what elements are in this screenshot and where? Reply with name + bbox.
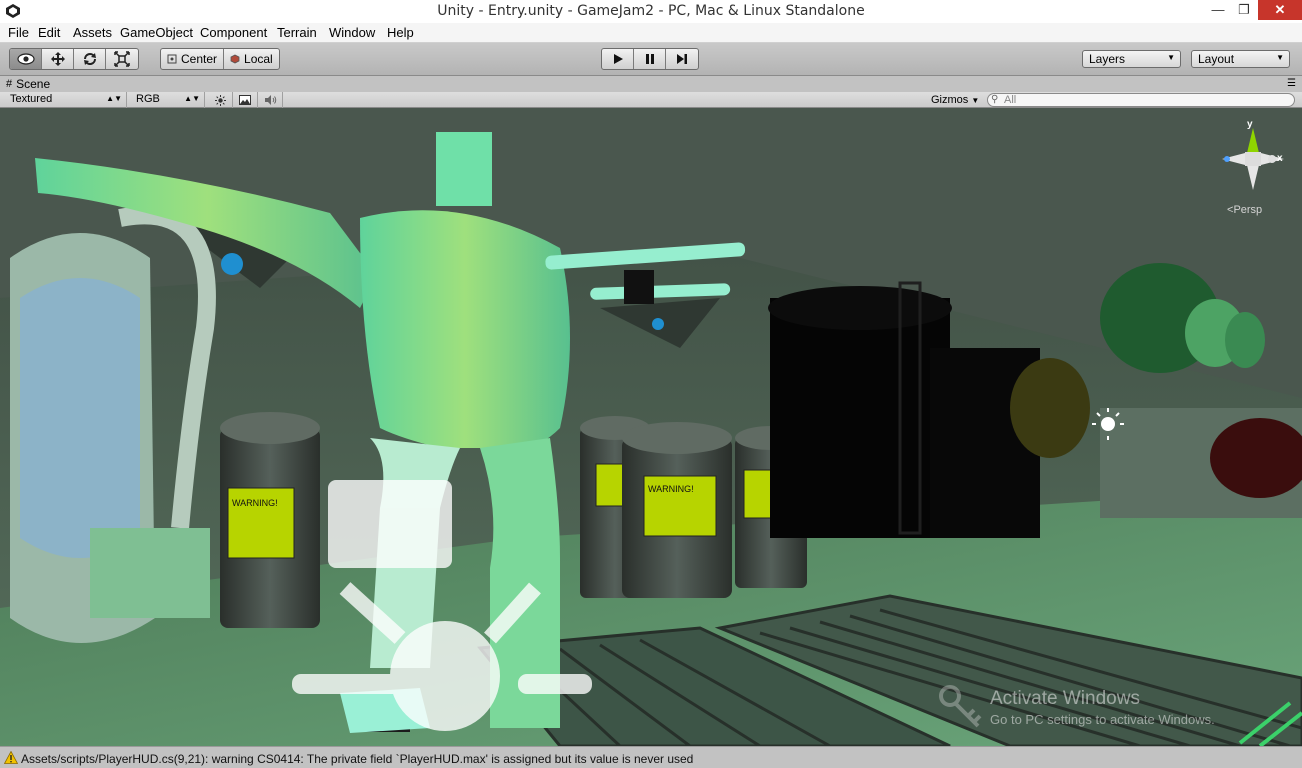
caret-updown-icon: ▲▼ (106, 94, 122, 103)
layout-dropdown[interactable]: Layout ▼ (1191, 50, 1290, 68)
layers-dropdown[interactable]: Layers ▼ (1082, 50, 1181, 68)
move-tool-button[interactable] (42, 49, 74, 69)
axis-x-label: x (1277, 153, 1283, 164)
caret-down-icon: ▼ (1167, 53, 1175, 62)
scene-viewport[interactable]: WARNING! WARNING! y x <Persp Activate Wi… (0, 108, 1302, 746)
pivot-local-button[interactable]: Local (224, 49, 279, 69)
pivot-toggles: Center Local (160, 48, 280, 70)
scale-tool-button[interactable] (106, 49, 138, 69)
pivot-icon (167, 54, 177, 64)
image-icon (239, 95, 251, 105)
grid-icon: # (6, 78, 13, 90)
play-icon (613, 54, 623, 64)
blue-light (221, 253, 243, 275)
caret-down-icon: ▼ (971, 96, 980, 105)
menu-window[interactable]: Window (329, 25, 375, 40)
menu-bar: File Edit Assets GameObject Component Te… (0, 23, 1302, 43)
move-arrows-icon (50, 52, 65, 66)
watermark-title: Activate Windows (990, 688, 1140, 709)
scale-icon (114, 51, 130, 67)
menu-edit[interactable]: Edit (38, 25, 60, 40)
blue-light-2 (652, 318, 664, 330)
console-message: Assets/scripts/PlayerHUD.cs(9,21): warni… (21, 752, 694, 766)
warning-tank: WARNING! (220, 412, 320, 628)
rotate-icon (83, 53, 96, 65)
menu-terrain[interactable]: Terrain (277, 25, 317, 40)
playback-controls (601, 48, 699, 70)
gizmos-dropdown[interactable]: Gizmos ▼ (926, 92, 982, 108)
sun-icon (214, 94, 226, 106)
tab-menu-icon[interactable]: ☰ (1287, 78, 1296, 89)
step-button[interactable] (666, 49, 698, 69)
view-tool-button[interactable] (10, 49, 42, 69)
gizmos-label: Gizmos (931, 94, 969, 106)
speaker-icon (264, 95, 276, 105)
pause-icon (645, 54, 654, 64)
menu-help[interactable]: Help (387, 25, 414, 40)
maximize-button[interactable]: ❐ (1231, 0, 1257, 20)
svg-text:WARNING!: WARNING! (232, 498, 278, 508)
pivot-center-button[interactable]: Center (161, 49, 225, 69)
close-button[interactable]: ✕ (1258, 0, 1302, 20)
rotate-tool-button[interactable] (74, 49, 106, 69)
cube-icon (230, 54, 240, 64)
menu-file[interactable]: File (8, 25, 29, 40)
warning-icon (4, 751, 18, 764)
projection-toggle[interactable]: <Persp (1227, 204, 1262, 216)
status-bar[interactable]: Assets/scripts/PlayerHUD.cs(9,21): warni… (0, 746, 1302, 768)
menu-assets[interactable]: Assets (73, 25, 112, 40)
title-bar: Unity - Entry.unity - GameJam2 - PC, Mac… (0, 0, 1302, 23)
projection-label: Persp (1233, 204, 1263, 216)
search-placeholder: All (1004, 94, 1017, 106)
scene-render: WARNING! WARNING! (0, 108, 1302, 746)
play-button[interactable] (602, 49, 634, 69)
menu-gameobject[interactable]: GameObject (120, 25, 193, 40)
hierarchy-search-input[interactable]: ⚲ All (987, 93, 1295, 107)
main-toolbar: Center Local Layers ▼ Layout ▼ (0, 43, 1302, 76)
eye-icon (16, 53, 35, 65)
watermark-subtitle: Go to PC settings to activate Windows. (990, 712, 1215, 727)
color-mode-dropdown[interactable]: RGB ▲▼ (131, 92, 205, 108)
svg-text:WARNING!: WARNING! (648, 484, 694, 494)
menu-component[interactable]: Component (200, 25, 267, 40)
search-icon: ⚲ (991, 94, 999, 105)
space-label: Local (244, 52, 273, 66)
layers-label: Layers (1089, 52, 1126, 66)
minimize-button[interactable]: — (1205, 0, 1231, 20)
render-mode-label: Textured (10, 93, 53, 105)
step-icon (677, 54, 687, 64)
tab-scene[interactable]: # Scene (6, 77, 50, 91)
warning-tank-3: WARNING! (622, 422, 732, 598)
pause-button[interactable] (634, 49, 666, 69)
transform-tools (9, 48, 139, 70)
layout-label: Layout (1198, 52, 1235, 66)
pivot-label: Center (181, 52, 218, 66)
axis-y-label: y (1247, 119, 1253, 130)
caret-down-icon: ▼ (1276, 53, 1284, 62)
activation-watermark: Activate Windows Go to PC settings to ac… (990, 688, 1215, 727)
caret-updown-icon: ▲▼ (184, 94, 200, 103)
render-mode-dropdown[interactable]: Textured ▲▼ (5, 92, 127, 108)
lighting-toggle[interactable] (208, 92, 233, 108)
scene-fx-toggle[interactable] (233, 92, 258, 108)
color-mode-label: RGB (136, 93, 160, 105)
audio-toggle[interactable] (258, 92, 283, 108)
scene-controls: Textured ▲▼ RGB ▲▼ Gizmos ▼ ⚲ All (0, 92, 1302, 108)
scene-tab-bar: # Scene ☰ (0, 76, 1302, 92)
window-title: Unity - Entry.unity - GameJam2 - PC, Mac… (437, 3, 865, 19)
scene-tab-label: Scene (16, 77, 51, 91)
